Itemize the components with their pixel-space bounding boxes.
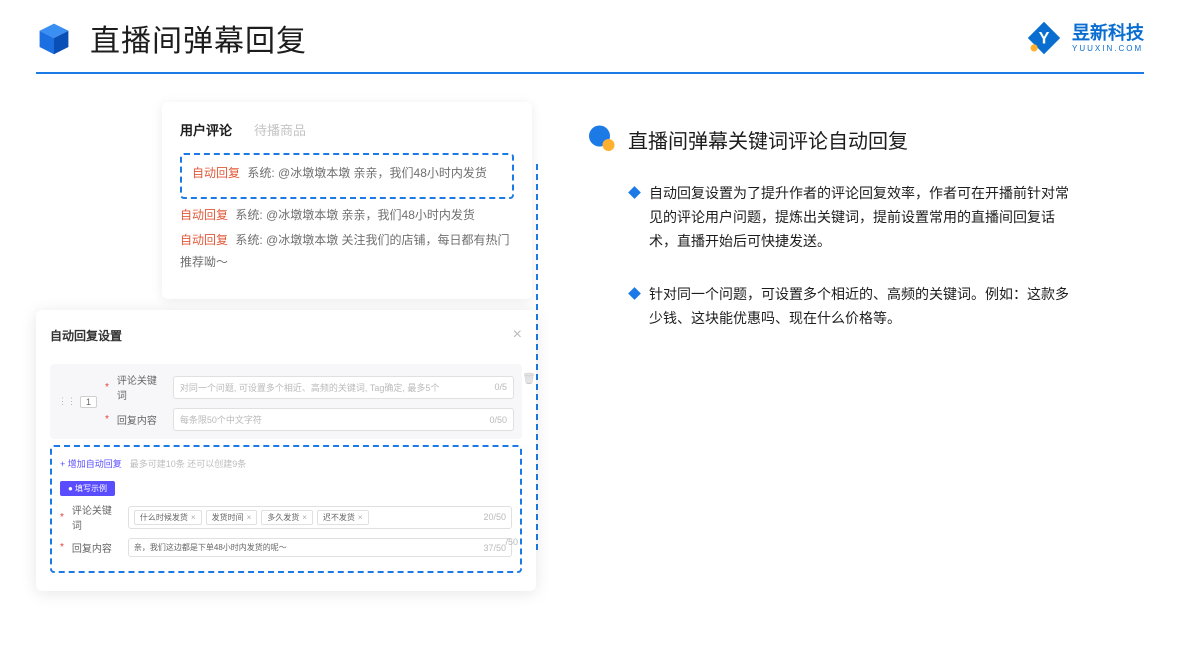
- auto-reply-tag: 自动回复: [192, 166, 240, 180]
- add-sub-text: 最多可建10条 还可以创建9条: [130, 457, 247, 470]
- tab-pending-products[interactable]: 待播商品: [254, 120, 306, 139]
- keyword-line: * 评论关键词 对同一个问题, 可设置多个相近、高频的关键词, Tag确定, 最…: [105, 372, 514, 402]
- row-number: 1: [80, 396, 97, 408]
- highlighted-comment: 自动回复 系统: @冰墩墩本墩 亲亲，我们48小时内发货: [180, 153, 514, 199]
- close-icon[interactable]: ×: [513, 326, 522, 344]
- tag-chip[interactable]: 发货时间×: [206, 510, 258, 525]
- settings-modal: 自动回复设置 × ⋮⋮1 * 评论关键词 对同一个问题, 可设置多个相近、高频的…: [36, 310, 536, 591]
- settings-header: 自动回复设置 ×: [50, 326, 522, 344]
- svg-text:Y: Y: [1039, 29, 1050, 47]
- brand-diamond-icon: Y: [1026, 20, 1062, 56]
- comment-item-1: 自动回复 系统: @冰墩墩本墩 亲亲，我们48小时内发货: [192, 163, 502, 185]
- brand-domain: YUUXIN.COM: [1072, 44, 1143, 53]
- reply-line: * 回复内容 每条限50个中文字符 0/50: [105, 408, 514, 431]
- connector-line-v: [536, 164, 538, 554]
- auto-reply-tag: 自动回复: [180, 233, 228, 247]
- example-rows: * 评论关键词 什么时候发货× 发货时间× 多久发货× 迟不发货× 20/50: [60, 502, 512, 557]
- tag-chip[interactable]: 什么时候发货×: [134, 510, 202, 525]
- required-star: *: [60, 542, 64, 553]
- tag-text: 什么时候发货: [140, 512, 188, 523]
- page-title: 直播间弹幕回复: [90, 16, 307, 60]
- reply-count: 0/50: [489, 415, 507, 425]
- remove-tag-icon[interactable]: ×: [358, 513, 363, 522]
- required-star: *: [105, 382, 109, 393]
- speech-bubble-icon: [586, 124, 616, 154]
- ex-kw-input[interactable]: 什么时候发货× 发货时间× 多久发货× 迟不发货× 20/50: [128, 506, 512, 529]
- comment-text: 系统: @冰墩墩本墩 关注我们的店铺，每日都有热门推荐呦～: [180, 233, 510, 269]
- header-left: 直播间弹幕回复: [36, 16, 307, 60]
- remove-tag-icon[interactable]: ×: [247, 513, 252, 522]
- reply-label: 回复内容: [117, 412, 165, 427]
- tag-text: 发货时间: [212, 512, 244, 523]
- reply-input[interactable]: 每条限50个中文字符 0/50: [173, 408, 514, 431]
- row-drag-handle[interactable]: ⋮⋮1: [58, 396, 97, 408]
- required-star: *: [105, 414, 109, 425]
- diamond-icon: [628, 186, 641, 199]
- chips: 什么时候发货× 发货时间× 多久发货× 迟不发货×: [134, 510, 373, 525]
- comment-card: 用户评论 待播商品 自动回复 系统: @冰墩墩本墩 亲亲，我们48小时内发货 自…: [162, 102, 532, 299]
- remove-tag-icon[interactable]: ×: [191, 513, 196, 522]
- tab-user-comments[interactable]: 用户评论: [180, 120, 232, 139]
- section-header: 直播间弹幕关键词评论自动回复: [586, 124, 1144, 154]
- slide-header: 直播间弹幕回复 Y 昱新科技 YUUXIN.COM: [0, 0, 1180, 60]
- keyword-count: 0/5: [494, 382, 507, 392]
- bullet-1-text: 自动回复设置为了提升作者的评论回复效率，作者可在开播前针对常见的评论用户问题，提…: [649, 182, 1079, 253]
- trash-icon[interactable]: 🗑: [522, 372, 536, 385]
- settings-row-1: ⋮⋮1 * 评论关键词 对同一个问题, 可设置多个相近、高频的关键词, Tag确…: [50, 364, 522, 439]
- comment-item-2: 自动回复 系统: @冰墩墩本墩 亲亲，我们48小时内发货: [180, 205, 514, 227]
- cube-icon: [36, 20, 72, 56]
- auto-reply-tag: 自动回复: [180, 208, 228, 222]
- reply-placeholder: 每条限50个中文字符: [180, 413, 262, 426]
- add-line: + 增加自动回复 最多可建10条 还可以创建9条: [60, 457, 512, 470]
- bullet-2-text: 针对同一个问题，可设置多个相近的、高频的关键词。例如：这款多少钱、这块能优惠吗、…: [649, 283, 1079, 331]
- ex-reply-count: 37/50: [483, 543, 506, 553]
- keyword-placeholder: 对同一个问题, 可设置多个相近、高频的关键词, Tag确定, 最多5个: [180, 381, 440, 394]
- diamond-icon: [628, 288, 641, 301]
- remove-tag-icon[interactable]: ×: [302, 513, 307, 522]
- brand-name: 昱新科技: [1072, 24, 1144, 42]
- example-keyword-line: * 评论关键词 什么时候发货× 发货时间× 多久发货× 迟不发货× 20/50: [60, 502, 512, 532]
- brand-logo: Y 昱新科技 YUUXIN.COM: [1026, 20, 1144, 56]
- settings-title: 自动回复设置: [50, 327, 122, 344]
- add-auto-reply-link[interactable]: + 增加自动回复: [60, 457, 122, 470]
- keyword-input[interactable]: 对同一个问题, 可设置多个相近、高频的关键词, Tag确定, 最多5个 0/5: [173, 376, 514, 399]
- field-block: * 评论关键词 对同一个问题, 可设置多个相近、高频的关键词, Tag确定, 最…: [105, 372, 514, 431]
- right-pane: 直播间弹幕关键词评论自动回复 自动回复设置为了提升作者的评论回复效率，作者可在开…: [586, 102, 1144, 622]
- left-pane: 用户评论 待播商品 自动回复 系统: @冰墩墩本墩 亲亲，我们48小时内发货 自…: [36, 102, 556, 622]
- example-reply-line: * 回复内容 亲，我们这边都是下单48小时内发货的呢～ 37/50: [60, 538, 512, 557]
- tag-text: 多久发货: [267, 512, 299, 523]
- example-box: + 增加自动回复 最多可建10条 还可以创建9条 ● 填写示例 * 评论关键词 …: [50, 445, 522, 573]
- keyword-label: 评论关键词: [117, 372, 165, 402]
- example-badge: ● 填写示例: [60, 481, 115, 496]
- ex-reply-input[interactable]: 亲，我们这边都是下单48小时内发货的呢～ 37/50: [128, 538, 512, 557]
- ex-kw-count: 20/50: [483, 512, 506, 522]
- content: 用户评论 待播商品 自动回复 系统: @冰墩墩本墩 亲亲，我们48小时内发货 自…: [0, 74, 1180, 622]
- comment-item-3: 自动回复 系统: @冰墩墩本墩 关注我们的店铺，每日都有热门推荐呦～: [180, 230, 514, 273]
- comment-text: 系统: @冰墩墩本墩 亲亲，我们48小时内发货: [232, 208, 475, 222]
- tag-text: 迟不发货: [323, 512, 355, 523]
- tag-chip[interactable]: 迟不发货×: [317, 510, 369, 525]
- outside-counts: /50: [505, 537, 518, 547]
- bullet-2: 针对同一个问题，可设置多个相近的、高频的关键词。例如：这款多少钱、这块能优惠吗、…: [630, 283, 1144, 331]
- required-star: *: [60, 512, 64, 523]
- ex-reply-label: 回复内容: [72, 540, 120, 555]
- ex-reply-text: 亲，我们这边都是下单48小时内发货的呢～: [134, 542, 287, 553]
- ex-kw-label: 评论关键词: [72, 502, 120, 532]
- tag-chip[interactable]: 多久发货×: [261, 510, 313, 525]
- comment-text: 系统: @冰墩墩本墩 亲亲，我们48小时内发货: [244, 166, 487, 180]
- side-count: /50: [505, 537, 518, 547]
- bullet-1: 自动回复设置为了提升作者的评论回复效率，作者可在开播前针对常见的评论用户问题，提…: [630, 182, 1144, 253]
- brand-text: 昱新科技 YUUXIN.COM: [1072, 24, 1144, 53]
- section-title: 直播间弹幕关键词评论自动回复: [628, 125, 908, 154]
- comment-tabs: 用户评论 待播商品: [180, 120, 514, 139]
